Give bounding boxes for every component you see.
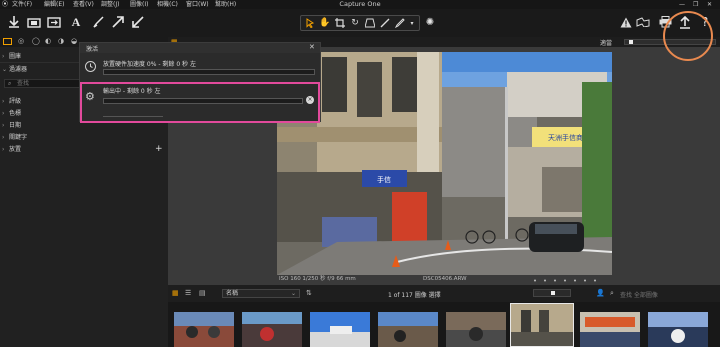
minimize-icon[interactable]: —: [679, 0, 685, 9]
search-icon: ⌕: [610, 289, 614, 297]
arrow-up-icon[interactable]: [110, 14, 126, 30]
zoom-slider-handle[interactable]: [629, 40, 633, 44]
section-label: 圖庫: [9, 53, 22, 60]
expand-arrow-icon: ›: [2, 110, 5, 117]
sort-value: 名稱: [226, 290, 239, 297]
thumbnail[interactable]: [310, 312, 370, 347]
dialog-titlebar: 激活 ✕: [80, 43, 320, 53]
highlight-box: [80, 82, 320, 123]
dialog-title: 激活: [86, 46, 99, 53]
filter-color-tag[interactable]: › 色標: [2, 109, 21, 118]
pan-hand-icon[interactable]: ✋: [318, 16, 332, 30]
search-placeholder: 查找: [17, 80, 30, 87]
thumbnail-selected[interactable]: [510, 303, 574, 347]
task1-status: 放置硬件加速度 0% - 剩餘 0 秒 左: [103, 61, 196, 68]
filter-placement[interactable]: › 放置: [2, 145, 21, 154]
filter-keyword[interactable]: › 關鍵字: [2, 133, 27, 142]
section-label: 過濾器: [9, 66, 28, 73]
import-icon[interactable]: [6, 14, 22, 30]
task1-progress-bar: [103, 69, 315, 75]
crop-icon[interactable]: [333, 16, 347, 30]
chevron-down-icon: ⌄: [290, 290, 296, 297]
close-icon[interactable]: ✕: [309, 43, 315, 51]
add-filter-button[interactable]: +: [155, 144, 163, 154]
tool-dropdown-icon[interactable]: ▾: [405, 16, 419, 30]
app-title: Capture One: [339, 0, 381, 8]
sort-direction-icon[interactable]: ⇅: [306, 289, 312, 297]
slider-handle[interactable]: [551, 291, 555, 295]
select-cursor-icon[interactable]: [303, 16, 317, 30]
filter-date[interactable]: › 日期: [2, 121, 21, 130]
rating-dots[interactable]: [530, 277, 610, 282]
capture-tab-icon[interactable]: ◎: [18, 37, 24, 45]
filter-label: 日期: [9, 122, 22, 129]
catalog-icon[interactable]: [46, 14, 62, 30]
keystone-icon[interactable]: [363, 16, 377, 30]
expand-arrow-icon: ›: [2, 146, 5, 153]
menu-bar: ⦿ 文件(F) 編輯(E) 查看(V) 調整(J) 圖像(I) 相機(C) 窗口…: [0, 0, 720, 9]
capture-icon[interactable]: [26, 14, 42, 30]
close-window-icon[interactable]: ✕: [707, 0, 712, 9]
thumbnail[interactable]: [580, 312, 640, 347]
maximize-icon[interactable]: ❐: [693, 0, 698, 9]
main-photo[interactable]: 手信 天洲手信商店: [277, 52, 612, 275]
expand-arrow-icon: ›: [2, 53, 5, 60]
text-tool-icon[interactable]: A: [68, 14, 84, 30]
annotation-circle: [663, 11, 713, 61]
lens-tab-icon[interactable]: ◯: [32, 37, 40, 45]
cursor-options-icon[interactable]: ✺: [422, 14, 438, 30]
browser-toolbar: ▦ ☰ ▤ 名稱 ⌄ ⇅ 1 of 117 圖像 選擇 👤 ⌕ 查找 全部圖像: [168, 285, 720, 302]
expand-arrow-icon: ›: [2, 134, 5, 141]
expand-arrow-icon: ›: [2, 122, 5, 129]
image-count-text: 1 of 117 圖像 選擇: [388, 292, 441, 299]
filter-label: 關鍵字: [9, 134, 28, 141]
expand-arrow-icon: ›: [2, 98, 5, 105]
rotate-icon[interactable]: ↻: [348, 16, 362, 30]
section-filters[interactable]: ⌄ 過濾器: [2, 65, 27, 74]
filter-rating[interactable]: › 評級: [2, 97, 21, 106]
mask-brush-icon[interactable]: [378, 16, 392, 30]
thumbnail[interactable]: [378, 312, 438, 347]
filter-label: 評級: [9, 98, 22, 105]
list-view-button[interactable]: ☰: [185, 289, 191, 297]
main-toolbar: A ✋ ↻ ▾ ✺ ?: [0, 9, 720, 37]
thumbnail-size-slider[interactable]: [533, 289, 571, 297]
zoom-label: 適當: [600, 40, 613, 47]
thumbnail[interactable]: [648, 312, 708, 347]
arrow-down-icon[interactable]: [130, 14, 146, 30]
filter-label: 放置: [9, 146, 22, 153]
photo-blue-sign: 手信: [377, 175, 391, 184]
warning-icon[interactable]: [618, 14, 634, 30]
user-icon[interactable]: 👤: [596, 289, 605, 297]
compare-icon[interactable]: [635, 14, 651, 30]
thumbnail[interactable]: [446, 312, 506, 347]
section-library[interactable]: › 圖庫: [2, 52, 21, 61]
browser-search-placeholder[interactable]: 查找 全部圖像: [620, 290, 658, 299]
search-icon: ⌕: [8, 80, 12, 87]
brush-icon[interactable]: [90, 14, 106, 30]
filter-label: 色標: [9, 110, 22, 117]
clock-icon: [85, 61, 96, 72]
filmstrip-view-button[interactable]: ▤: [199, 289, 206, 297]
color-tab-icon[interactable]: ◐: [45, 37, 51, 45]
filmstrip: [168, 302, 720, 347]
photo-exif-text: ISO 160 1/250 秒 f/9 66 mm: [279, 276, 356, 282]
exposure-tab-icon[interactable]: ◑: [58, 37, 64, 45]
collapse-arrow-icon: ⌄: [2, 66, 8, 73]
thumbnail[interactable]: [174, 312, 234, 347]
thumbnail[interactable]: [242, 312, 302, 347]
sort-select[interactable]: 名稱 ⌄: [222, 289, 300, 298]
photo-filename: DSC05406.ARW: [423, 276, 467, 282]
cursor-tools: ✋ ↻ ▾: [300, 15, 420, 31]
library-tab-icon[interactable]: [3, 38, 12, 45]
grid-view-button[interactable]: ▦: [172, 289, 179, 297]
details-tab-icon[interactable]: ◒: [71, 37, 77, 45]
